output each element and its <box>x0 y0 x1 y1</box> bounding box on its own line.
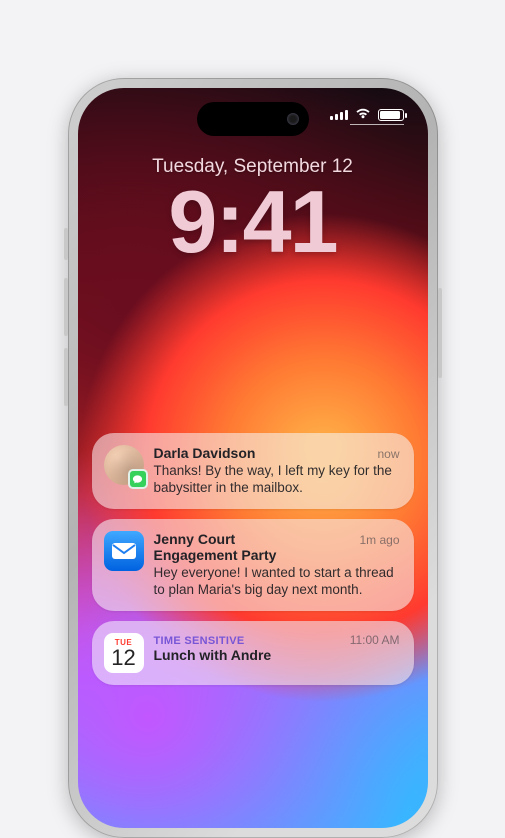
notification-body: TIME SENSITIVE Lunch with Andre 11:00 AM <box>154 633 400 673</box>
side-button[interactable] <box>438 288 442 378</box>
mail-icon <box>104 531 144 571</box>
notification-subtitle: Engagement Party <box>154 547 277 564</box>
notification-calendar[interactable]: TUE 12 TIME SENSITIVE Lunch with Andre 1… <box>92 621 414 685</box>
notification-messages[interactable]: Darla Davidson now Thanks! By the way, I… <box>92 433 414 509</box>
volume-down-button[interactable] <box>64 348 68 406</box>
calendar-icon: TUE 12 <box>104 633 144 673</box>
notification-body: Darla Davidson now Thanks! By the way, I… <box>154 445 400 497</box>
notification-timestamp: 11:00 AM <box>350 633 400 647</box>
status-bar <box>330 106 404 124</box>
front-camera-icon <box>287 113 299 125</box>
cellular-signal-icon <box>330 110 348 120</box>
time-sensitive-label: TIME SENSITIVE <box>154 635 272 647</box>
notification-body: Jenny Court Engagement Party 1m ago Hey … <box>154 531 400 599</box>
notification-message: Hey everyone! I wanted to start a thread… <box>154 565 400 599</box>
notification-title: Darla Davidson <box>154 445 256 462</box>
dynamic-island[interactable] <box>197 102 309 136</box>
notification-mail[interactable]: Jenny Court Engagement Party 1m ago Hey … <box>92 519 414 611</box>
lockscreen-time: 9:41 <box>78 180 428 264</box>
status-underline <box>350 124 404 125</box>
calendar-day: 12 <box>111 647 135 669</box>
screen: Tuesday, September 12 9:41 Darla Davidso… <box>78 88 428 828</box>
phone-frame: Tuesday, September 12 9:41 Darla Davidso… <box>68 78 438 838</box>
battery-icon <box>378 109 404 121</box>
notification-title: Jenny Court <box>154 531 277 548</box>
contact-avatar <box>104 445 144 485</box>
battery-fill <box>380 111 400 119</box>
notification-timestamp: 1m ago <box>359 533 399 547</box>
wifi-icon <box>354 106 372 124</box>
volume-up-button[interactable] <box>64 278 68 336</box>
notification-message: Thanks! By the way, I left my key for th… <box>154 463 400 497</box>
mute-switch[interactable] <box>64 228 68 260</box>
notification-timestamp: now <box>377 447 399 461</box>
notification-title: Lunch with Andre <box>154 647 272 664</box>
notification-stack: Darla Davidson now Thanks! By the way, I… <box>92 433 414 685</box>
messages-icon <box>128 469 148 489</box>
